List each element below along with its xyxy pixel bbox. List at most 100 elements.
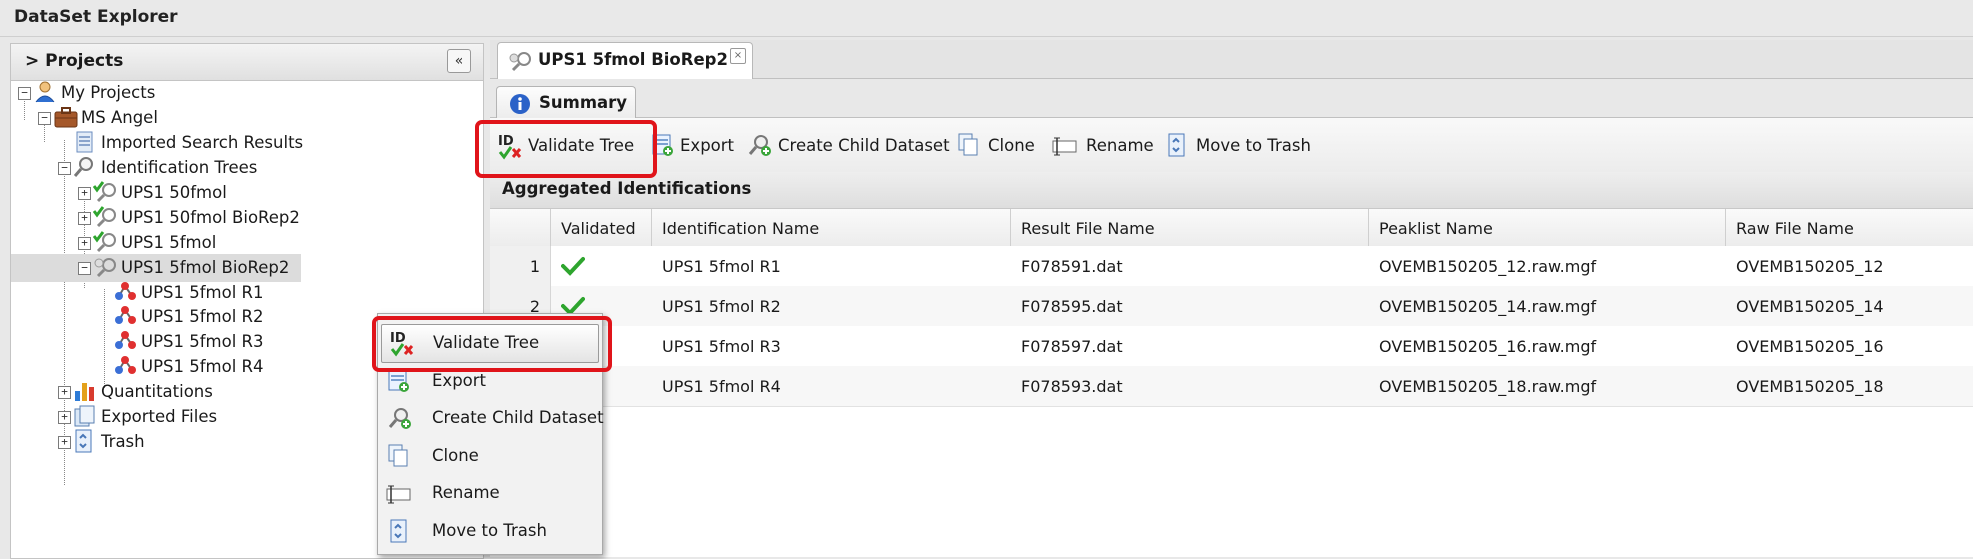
clone-icon [388,444,410,472]
cell-name: UPS1 5fmol R4 [662,377,781,396]
tree-node-label: My Projects [61,83,156,102]
collapse-icon[interactable]: − [78,262,91,275]
tree-node-quantitations[interactable]: + Quantitations [11,378,381,406]
column-header-peaklist-name[interactable]: Peaklist Name [1369,209,1726,247]
tree-node-ups1-5fmol-r3[interactable]: UPS1 5fmol R3 [11,328,421,356]
menu-item-move-to-trash[interactable]: Move to Trash [378,513,602,550]
menu-item-label: Rename [432,483,500,502]
tree-node-label: UPS1 5fmol R3 [141,332,264,351]
menu-validate-tree-highlight [372,316,612,372]
column-header-validated[interactable]: Validated [551,209,652,247]
cell-raw-file: OVEMB150205_18 [1736,377,1884,396]
create-child-dataset-label: Create Child Dataset [778,136,950,155]
tree-node-label: UPS1 50fmol BioRep2 [121,208,300,227]
tree-node-label: UPS1 50fmol [121,183,227,202]
row-number-header [490,209,551,247]
rename-label: Rename [1086,136,1154,155]
cell-name: UPS1 5fmol R1 [662,257,781,276]
column-header-label: Peaklist Name [1379,219,1493,238]
cell-result-file: F078591.dat [1021,257,1123,276]
rename-button[interactable]: Rename [1052,132,1154,160]
tree-node-identification-trees[interactable]: − Identification Trees [11,154,381,182]
trash-icon [1166,133,1188,161]
tree-node-label: UPS1 5fmol BioRep2 [121,258,290,277]
cell-peaklist: OVEMB150205_12.raw.mgf [1379,257,1597,276]
projects-panel-header[interactable]: > Projects « [11,44,483,81]
tree-node-my-projects[interactable]: − My Projects [11,79,341,107]
expand-icon[interactable]: + [78,187,91,200]
tree-node-label: UPS1 5fmol R4 [141,357,264,376]
move-to-trash-label: Move to Trash [1196,136,1311,155]
validated-check-icon [561,256,585,281]
dataset-toolbar: ID Validate Tree Export Create Child Dat… [490,118,1973,173]
menu-item-create-child-dataset[interactable]: Create Child Dataset [378,400,604,437]
clone-button[interactable]: Clone [958,132,1038,160]
collapse-icon[interactable]: − [38,112,51,125]
tree-node-ups1-5fmol-biorep2[interactable]: − UPS1 5fmol BioRep2 [11,254,301,282]
expand-icon[interactable]: + [78,237,91,250]
tree-node-ups1-50fmol[interactable]: + UPS1 50fmol [11,179,401,207]
summary-tab-label: Summary [539,93,628,112]
collapse-panel-button[interactable]: « [447,49,471,73]
table-row[interactable]: 1 UPS1 5fmol R1 F078591.dat OVEMB150205_12.… [490,246,1973,287]
collapse-icon[interactable]: − [58,162,71,175]
table-row[interactable]: UPS1 5fmol R3 F078597.dat OVEMB150205_16.r… [490,326,1973,367]
tree-node-label: UPS1 5fmol R2 [141,307,264,326]
table-header: Validated Identification Name Result Fil… [490,209,1973,248]
projects-panel-title: > Projects [25,51,124,71]
cell-peaklist: OVEMB150205_16.raw.mgf [1379,337,1597,356]
close-tab-icon[interactable]: × [730,48,746,64]
collapse-icon[interactable]: − [18,87,31,100]
tree-node-trash[interactable]: + Trash [11,428,381,456]
tab-ups1-5fmol-biorep2[interactable]: UPS1 5fmol BioRep2 × [497,42,753,79]
menu-item-label: Export [432,371,487,390]
column-header-result-file-name[interactable]: Result File Name [1011,209,1369,247]
cell-raw-file: OVEMB150205_16 [1736,337,1884,356]
tree-node-imported-search-results[interactable]: Imported Search Results [11,129,381,157]
column-header-identification-name[interactable]: Identification Name [652,209,1011,247]
window-titlebar: DataSet Explorer [0,0,1973,37]
export-button[interactable]: Export [652,132,734,160]
tree-node-ups1-50fmol-biorep2[interactable]: + UPS1 50fmol BioRep2 [11,204,401,232]
table-row[interactable]: UPS1 5fmol R4 F078593.dat OVEMB150205_18.r… [490,366,1973,407]
aggregated-identifications-header: Aggregated Identifications [490,172,1973,209]
tree-node-ups1-5fmol[interactable]: + UPS1 5fmol [11,229,401,257]
cell-result-file: F078595.dat [1021,297,1123,316]
tree-node-label: Identification Trees [101,158,258,177]
expand-icon[interactable]: + [58,386,71,399]
move-to-trash-button[interactable]: Move to Trash [1166,132,1316,160]
clone-label: Clone [988,136,1035,155]
tree-node-exported-files[interactable]: + Exported Files [11,403,381,431]
cell-result-file: F078593.dat [1021,377,1123,396]
tree-node-label: UPS1 5fmol R1 [141,283,264,302]
cell-raw-file: OVEMB150205_14 [1736,297,1884,316]
cell-name: UPS1 5fmol R3 [662,337,781,356]
expand-icon[interactable]: + [58,436,71,449]
column-header-raw-file-name[interactable]: Raw File Name [1726,209,1973,247]
menu-item-label: Move to Trash [432,521,547,540]
column-header-label: Validated [561,219,636,238]
create-child-dataset-button[interactable]: Create Child Dataset [748,132,950,160]
validate-tree-highlight [475,120,657,178]
tab-summary[interactable]: Summary [496,86,636,119]
sub-tab-bar [490,79,1973,118]
expand-icon[interactable]: + [78,212,91,225]
info-icon [509,93,531,120]
aggregated-identifications-title: Aggregated Identifications [502,179,752,198]
tree-node-ups1-5fmol-r2[interactable]: UPS1 5fmol R2 [11,303,421,331]
tree-node-label: MS Angel [81,108,158,127]
cell-name: UPS1 5fmol R2 [662,297,781,316]
rename-icon [1052,136,1078,160]
menu-item-rename[interactable]: Rename [378,475,602,512]
menu-item-clone[interactable]: Clone [378,438,602,475]
trash-icon [388,519,410,547]
tree-node-ms-angel[interactable]: − MS Angel [11,104,361,132]
table-row[interactable]: 2 UPS1 5fmol R2 F078595.dat OVEMB150205_14.… [490,286,1973,327]
clone-icon [958,133,980,161]
tree-node-label: Imported Search Results [101,133,304,152]
row-number-cell: 1 [490,246,551,286]
expand-icon[interactable]: + [58,411,71,424]
tree-node-label: UPS1 5fmol [121,233,217,252]
tree-node-ups1-5fmol-r4[interactable]: UPS1 5fmol R4 [11,353,421,381]
rename-icon [386,484,412,508]
